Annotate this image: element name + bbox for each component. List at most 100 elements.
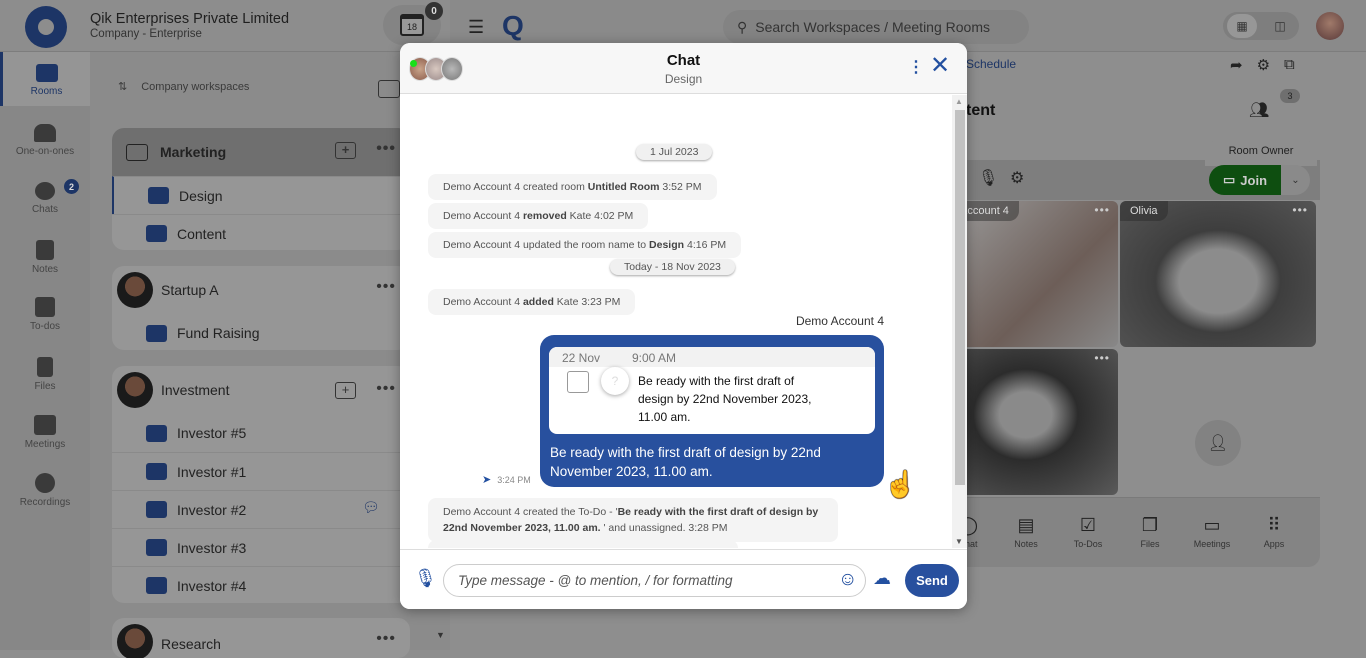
room-icon [146,463,167,480]
chat-composer: 🎙︎ ☺ ☁ Send [400,549,967,609]
room-icon [146,324,167,342]
microphone-icon[interactable]: 🎙︎ [978,168,998,188]
add-room-button[interactable]: + [335,382,356,399]
scroll-down-arrow[interactable]: ▼ [436,630,445,640]
workspace-sort[interactable]: ⇅ Company workspaces [118,80,249,94]
scroll-up-arrow[interactable]: ▲ [955,97,963,106]
nav-meetings[interactable]: Meetings [0,415,90,450]
notes-icon [36,240,54,260]
tool-apps[interactable]: ⠿ Apps [1249,515,1299,549]
tool-meetings[interactable]: ▭ Meetings [1187,515,1237,549]
room-item[interactable]: Investor #4 [112,566,410,603]
room-owner-label: Room Owner [1205,140,1317,166]
add-participant-button[interactable]: 👤︎ [1195,420,1241,466]
view-toggle[interactable]: ▦ ◫ [1223,12,1299,40]
room-item[interactable]: Investor #5 [112,414,410,452]
menu-icon[interactable]: ☰ [468,17,484,38]
nav-todos[interactable]: To-dos [0,297,90,332]
emoji-icon[interactable]: ☺ [838,569,857,591]
upload-cloud-icon[interactable]: ☁ [873,568,891,589]
add-room-button[interactable]: + [335,142,356,159]
message-bubble[interactable]: 22 Nov 9:00 AM ? Be ready with the first… [540,335,884,487]
room-item[interactable]: Content [112,214,410,250]
room-icon [146,577,167,594]
chat-messages: 1 Jul 2023 Demo Account 4 created room U… [400,95,952,548]
group-header[interactable]: Investment + ••• [112,366,410,414]
video-tile[interactable]: ••• [950,349,1118,495]
room-item[interactable]: Investor #1 [112,452,410,490]
panel-view-icon[interactable]: ◫ [1265,14,1295,38]
date-separator: Today - 18 Nov 2023 [610,259,735,275]
nav-recordings[interactable]: Recordings [0,473,90,508]
room-title: tent [966,102,996,119]
nav-notes[interactable]: Notes [0,240,90,275]
group-header[interactable]: Startup A ••• [112,266,410,314]
schedule-link[interactable]: Schedule [966,57,1016,71]
chats-badge: 2 [64,179,79,194]
workspace-group-investment: Investment + ••• Investor #5 Investor #1 I… [112,366,410,603]
assignee-unknown-icon[interactable]: ? [601,367,629,395]
avatar [117,624,153,658]
notes-icon: ▤ [1017,515,1035,535]
nav-rooms[interactable]: Rooms [0,52,90,106]
scroll-thumb[interactable] [955,110,965,485]
more-icon[interactable]: ••• [376,380,396,398]
search-bar[interactable]: ⚲ Search Workspaces / Meeting Rooms [723,10,1029,44]
room-item[interactable]: Investor #2 💬︎ [112,490,410,528]
user-avatar[interactable] [1316,12,1344,40]
nav-one-on-ones[interactable]: One-on-ones [0,124,90,157]
chat-bubble-icon[interactable]: 💬︎ [362,499,380,516]
calendar-icon: 18 [400,14,424,36]
workspace-icon [126,143,148,161]
nav-files[interactable]: Files [0,357,90,392]
sort-icon[interactable]: ⇅ [118,80,127,93]
participants-icon[interactable]: 👥︎ [1249,100,1269,120]
tool-todos[interactable]: ☑ To-Dos [1063,515,1113,549]
more-icon[interactable]: ••• [376,278,396,296]
microphone-icon[interactable]: 🎙︎ [414,568,437,589]
date-separator: 1 Jul 2023 [636,144,713,160]
video-tile[interactable]: Account 4 ••• [950,201,1118,347]
room-item[interactable]: Design [112,176,410,214]
calendar-badge: 0 [425,2,443,20]
meetings-icon: ▭ [1203,515,1221,535]
more-icon[interactable]: ••• [1094,203,1110,217]
room-item[interactable]: Investor #3 [112,528,410,566]
nav-chats[interactable]: Chats 2 [0,179,90,215]
tool-files[interactable]: ❐ Files [1125,515,1175,549]
settings-icon[interactable]: ⚙ [1257,56,1270,74]
avatar [117,272,153,308]
company-name[interactable]: Qik Enterprises Private Limited [90,11,289,27]
room-item[interactable]: Fund Raising [112,314,410,350]
message-input[interactable] [443,564,866,597]
more-icon[interactable]: ••• [376,140,396,158]
grid-view-icon[interactable]: ▦ [1227,14,1257,38]
send-button[interactable]: Send [905,564,959,597]
add-workspace-button[interactable] [378,80,400,98]
popout-icon[interactable]: ⧉ [1284,56,1295,74]
close-icon[interactable]: ✕ [930,53,950,79]
more-vertical-icon[interactable]: ⋮ [908,57,924,77]
scroll-down-arrow[interactable]: ▼ [955,537,963,546]
video-tile[interactable]: Olivia ••• [1120,201,1316,347]
tool-notes[interactable]: ▤ Notes [1001,515,1051,549]
todo-card[interactable]: 22 Nov 9:00 AM ? Be ready with the first… [549,347,875,434]
more-icon[interactable]: ••• [1292,203,1308,217]
room-icon [146,225,167,242]
group-header[interactable]: Marketing + ••• [112,128,410,176]
group-header[interactable]: Research ••• [112,618,410,658]
qik-logo[interactable] [25,6,67,48]
mic-settings-icon[interactable]: ⚙ [1010,168,1024,188]
room-actions: ➦ ⚙ ⧉ [1230,56,1295,74]
todo-checkbox[interactable] [567,371,589,393]
room-icon [148,187,169,204]
room-icon [146,539,167,556]
q-logo[interactable]: Q [502,10,524,42]
more-icon[interactable]: ••• [1094,351,1110,365]
people-icon [34,124,56,142]
more-icon[interactable]: ••• [376,630,396,648]
join-button[interactable]: ▭ Join [1209,165,1281,195]
share-icon[interactable]: ➦ [1230,56,1243,74]
chat-scrollbar[interactable]: ▲ ▼ [952,95,967,548]
join-dropdown[interactable]: ⌄ [1281,165,1310,195]
